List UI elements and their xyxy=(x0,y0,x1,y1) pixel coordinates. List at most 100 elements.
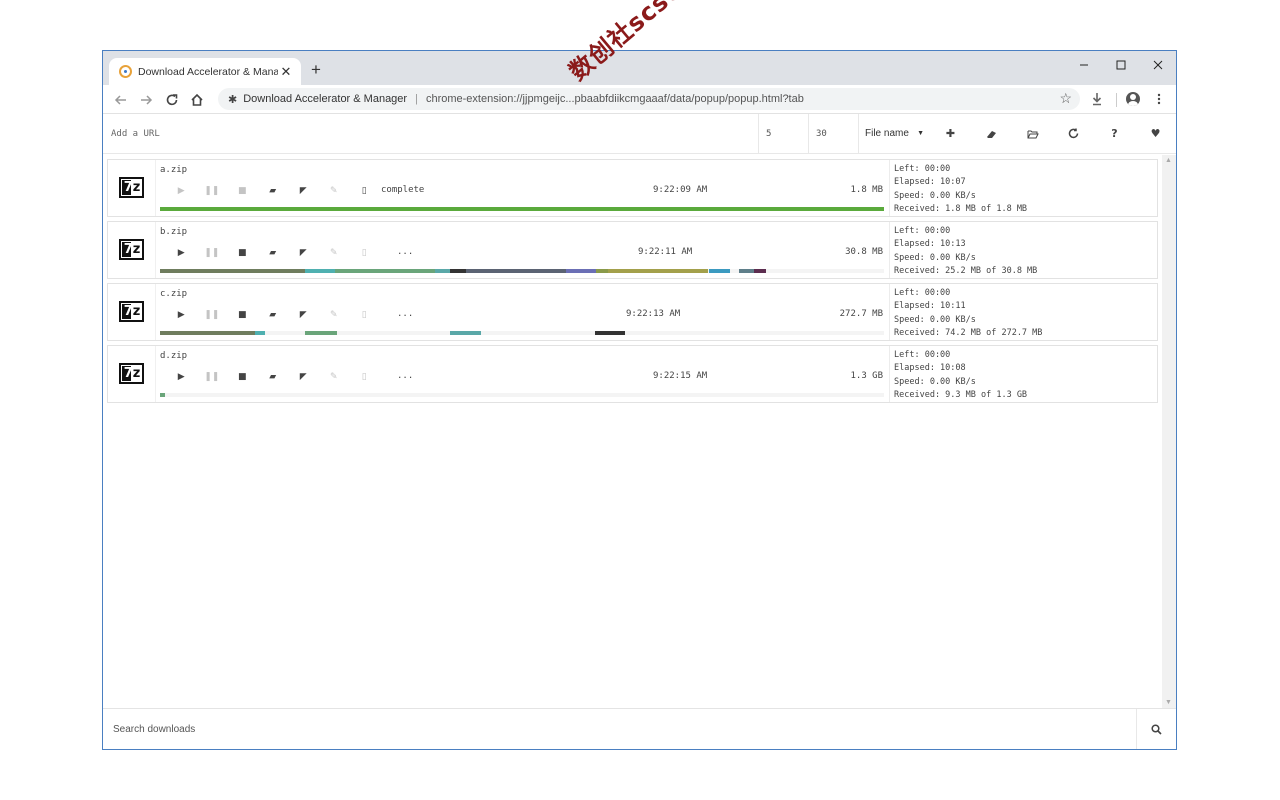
threads-field[interactable]: 5 xyxy=(758,114,808,153)
reload-button[interactable] xyxy=(162,90,182,110)
pause-icon[interactable]: ❚❚ xyxy=(197,372,228,382)
stop-icon[interactable]: ■ xyxy=(227,372,258,382)
trash-icon[interactable]: ▯ xyxy=(349,248,380,258)
profile-icon xyxy=(1126,92,1140,106)
home-button[interactable] xyxy=(187,90,207,110)
arrow-right-icon xyxy=(141,95,153,105)
progress-segment xyxy=(335,269,435,273)
time-elapsed: Elapsed: 10:08 xyxy=(894,363,966,374)
close-icon xyxy=(1153,60,1163,70)
back-button[interactable] xyxy=(111,90,131,110)
row-divider xyxy=(155,160,156,216)
timeout-field[interactable]: 30 xyxy=(808,114,858,153)
download-filename: b.zip xyxy=(160,227,188,237)
progress-segment xyxy=(435,269,450,273)
play-icon[interactable]: ▶ xyxy=(166,186,197,196)
time-elapsed: Elapsed: 10:11 xyxy=(894,301,966,312)
download-time: 9:22:11 AM xyxy=(638,247,693,257)
trash-icon[interactable]: ▯ xyxy=(349,372,380,382)
progress-segment xyxy=(255,331,265,335)
eraser-icon[interactable]: ◤ xyxy=(288,310,319,320)
refresh-button[interactable] xyxy=(1053,114,1094,153)
time-left: Left: 00:00 xyxy=(894,164,951,174)
stop-icon[interactable]: ■ xyxy=(227,186,258,196)
time-elapsed: Elapsed: 10:07 xyxy=(894,177,966,188)
link-icon[interactable]: ✎ xyxy=(319,310,350,320)
sort-select[interactable]: File name ▼ xyxy=(858,114,930,153)
folder-icon[interactable]: ▰ xyxy=(258,372,289,382)
scrollbar[interactable]: ▲ ▼ xyxy=(1162,155,1176,708)
link-icon[interactable]: ✎ xyxy=(319,372,350,382)
play-icon[interactable]: ▶ xyxy=(166,310,197,320)
progress-segment xyxy=(450,269,466,273)
play-icon[interactable]: ▶ xyxy=(166,372,197,382)
link-icon[interactable]: ✎ xyxy=(319,186,350,196)
7z-file-icon: 7z xyxy=(119,363,144,384)
forward-button[interactable] xyxy=(136,90,156,110)
progress-segment xyxy=(160,393,165,397)
download-row: 7z c.zip ▶ ❚❚ ■ ▰ ◤ ✎ ▯ ... 9:22:13 AM 2… xyxy=(107,283,1158,341)
minimize-button[interactable] xyxy=(1069,54,1099,76)
clear-button[interactable] xyxy=(971,114,1012,153)
search-button[interactable] xyxy=(1136,709,1176,749)
eraser-icon[interactable]: ◤ xyxy=(288,186,319,196)
open-folder-button[interactable] xyxy=(1012,114,1053,153)
download-info: Left: 00:00 Elapsed: 10:08 Speed: 0.00 K… xyxy=(889,346,1158,402)
sort-label: File name xyxy=(865,128,909,139)
download-size: 30.8 MB xyxy=(845,247,883,257)
close-window-button[interactable] xyxy=(1143,54,1173,76)
add-button[interactable]: ✚ xyxy=(930,114,971,153)
received-bytes: Received: 1.8 MB of 1.8 MB xyxy=(894,204,1028,215)
add-url-input[interactable] xyxy=(103,114,758,153)
browser-toolbar: ✱ Download Accelerator & Manager | chrom… xyxy=(103,85,1176,114)
play-icon[interactable]: ▶ xyxy=(166,248,197,258)
help-button[interactable]: ? xyxy=(1094,114,1135,153)
profile-button[interactable] xyxy=(1123,89,1143,109)
download-filename: c.zip xyxy=(160,289,188,299)
download-info: Left: 00:00 Elapsed: 10:13 Speed: 0.00 K… xyxy=(889,222,1158,278)
search-input[interactable] xyxy=(103,709,1136,749)
maximize-button[interactable] xyxy=(1106,54,1136,76)
link-icon[interactable]: ✎ xyxy=(319,248,350,258)
trash-icon[interactable]: ▯ xyxy=(349,186,380,196)
tab-close-icon[interactable]: ✕ xyxy=(279,64,293,79)
menu-button[interactable] xyxy=(1149,89,1169,109)
trash-icon[interactable]: ▯ xyxy=(349,310,380,320)
address-bar[interactable]: ✱ Download Accelerator & Manager | chrom… xyxy=(218,88,1080,110)
extension-favicon-icon xyxy=(119,65,132,78)
time-elapsed: Elapsed: 10:13 xyxy=(894,239,966,250)
download-info: Left: 00:00 Elapsed: 10:11 Speed: 0.00 K… xyxy=(889,284,1158,340)
title-bar: Download Accelerator & Manager ✕ + xyxy=(103,51,1176,85)
progress-segment xyxy=(160,331,255,335)
search-icon xyxy=(1151,724,1162,735)
browser-tab[interactable]: Download Accelerator & Manager ✕ xyxy=(109,58,301,85)
scroll-up-icon[interactable]: ▲ xyxy=(1165,157,1172,164)
puzzle-icon: ✱ xyxy=(228,93,238,106)
eraser-icon[interactable]: ◤ xyxy=(288,248,319,258)
downloads-button[interactable] xyxy=(1087,89,1107,109)
progress-segment xyxy=(754,269,766,273)
download-status: complete xyxy=(381,185,425,195)
scroll-down-icon[interactable]: ▼ xyxy=(1165,699,1172,706)
new-tab-button[interactable]: + xyxy=(311,61,321,79)
reload-icon xyxy=(166,94,178,106)
folder-icon[interactable]: ▰ xyxy=(258,310,289,320)
download-actions: ▶ ❚❚ ■ ▰ ◤ ✎ ▯ xyxy=(166,248,380,258)
received-bytes: Received: 9.3 MB of 1.3 GB xyxy=(894,390,1028,401)
download-time: 9:22:15 AM xyxy=(653,371,708,381)
folder-icon[interactable]: ▰ xyxy=(258,186,289,196)
pause-icon[interactable]: ❚❚ xyxy=(197,186,228,196)
row-divider xyxy=(155,222,156,278)
progress-segment xyxy=(709,269,730,273)
download-time: 9:22:13 AM xyxy=(626,309,681,319)
folder-icon[interactable]: ▰ xyxy=(258,248,289,258)
download-actions: ▶ ❚❚ ■ ▰ ◤ ✎ ▯ xyxy=(166,372,380,382)
sync-icon xyxy=(1068,128,1079,139)
stop-icon[interactable]: ■ xyxy=(227,310,258,320)
star-icon[interactable]: ☆ xyxy=(1059,90,1072,107)
donate-button[interactable]: ♥ xyxy=(1135,114,1176,153)
stop-icon[interactable]: ■ xyxy=(227,248,258,258)
eraser-icon[interactable]: ◤ xyxy=(288,372,319,382)
pause-icon[interactable]: ❚❚ xyxy=(197,248,228,258)
pause-icon[interactable]: ❚❚ xyxy=(197,310,228,320)
